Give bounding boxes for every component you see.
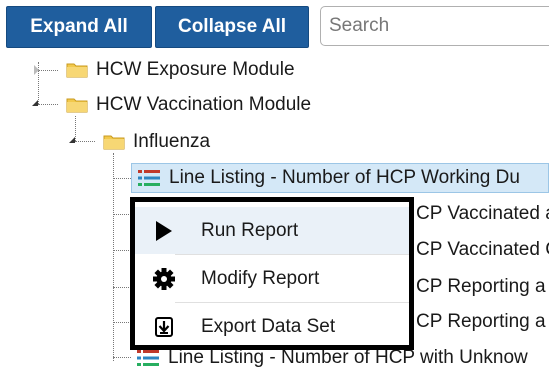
tree-connector — [113, 153, 114, 361]
tree-node-label: Line Listing - Number of HCP Working Du — [169, 167, 520, 188]
play-icon — [151, 218, 177, 244]
tree-connector — [38, 70, 58, 71]
tree-connector — [38, 104, 58, 105]
tree-connector — [113, 287, 131, 288]
gear-icon — [151, 266, 177, 292]
expand-toggle[interactable] — [34, 65, 39, 75]
tree-node-hcw-vaccination-module[interactable]: HCW Vaccination Module — [66, 90, 311, 120]
export-icon — [151, 314, 177, 340]
tree-node-report[interactable]: CP Reporting a — [416, 307, 546, 337]
tree-node-label: Influenza — [133, 131, 211, 152]
folder-icon — [103, 135, 125, 150]
run-report-menu-item[interactable]: Run Report — [135, 207, 409, 254]
tree-node-label: CP Vaccinated C — [416, 239, 549, 260]
tree-node-label: CP Reporting a — [416, 276, 546, 297]
tree-connector — [75, 141, 95, 142]
tree-node-report[interactable]: CP Reporting a — [416, 272, 546, 302]
tree-node-report[interactable]: CP Vaccinated a — [416, 199, 549, 229]
tree-node-label: Line Listing - Number of HCP with Unknow — [168, 347, 528, 368]
tree-node-report[interactable]: CP Vaccinated C — [416, 235, 549, 265]
folder-icon — [66, 63, 88, 78]
tree-node-influenza[interactable]: Influenza — [103, 127, 210, 157]
tree-node-label: CP Reporting a — [416, 311, 546, 332]
tree-connector — [113, 178, 131, 179]
tree-connector — [113, 357, 131, 358]
folder-icon — [66, 98, 88, 113]
tree-node-label: HCW Exposure Module — [96, 59, 295, 80]
tree-node-report-selected[interactable]: Line Listing - Number of HCP Working Du — [131, 163, 549, 193]
tree-connector — [113, 214, 131, 215]
tree-connector — [113, 322, 131, 323]
collapse-toggle[interactable] — [32, 100, 38, 106]
tree-node-label: CP Vaccinated a — [416, 203, 549, 224]
menu-item-label: Export Data Set — [201, 315, 336, 337]
menu-item-label: Run Report — [201, 219, 299, 241]
tree-node-label: HCW Vaccination Module — [96, 94, 312, 115]
tree-node-hcw-exposure-module[interactable]: HCW Exposure Module — [66, 55, 295, 85]
collapse-toggle[interactable] — [69, 137, 75, 143]
line-listing-icon — [138, 170, 160, 186]
menu-item-label: Modify Report — [201, 267, 320, 289]
tree-connector — [113, 250, 131, 251]
modify-report-menu-item[interactable]: Modify Report — [135, 255, 409, 302]
export-data-set-menu-item[interactable]: Export Data Set — [135, 303, 409, 350]
context-menu: Run Report Modify Report Export Data Set — [130, 197, 414, 350]
line-listing-icon — [137, 350, 159, 366]
